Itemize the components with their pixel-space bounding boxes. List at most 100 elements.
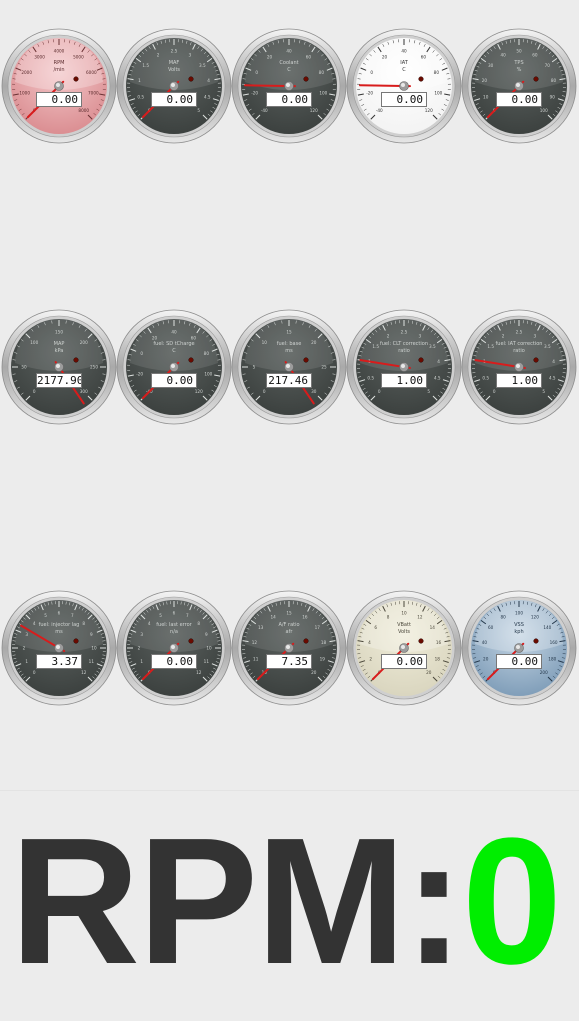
led-icon (189, 358, 194, 363)
tick-label: 2.5 (401, 330, 408, 335)
gauge-fuel-last-error[interactable]: 0123456789101112fuel: last errorn/a0.00 (116, 590, 232, 706)
tick-label: -20 (366, 90, 373, 95)
gauge-value: 0.00 (496, 654, 542, 669)
gauge-unit: C (172, 348, 176, 354)
gauge-title: VBatt (397, 622, 411, 628)
rpm-label: RPM: (10, 801, 462, 1002)
led-icon (419, 639, 424, 644)
tick-label: 1 (25, 659, 28, 664)
tick-label: 7 (71, 613, 74, 618)
gauge-value: 0.00 (381, 654, 427, 669)
tick-label: 25 (321, 365, 327, 370)
tick-label: 12 (196, 670, 202, 675)
tick-label: 14 (270, 614, 276, 619)
tick-label: 2.5 (516, 330, 523, 335)
gauge-title: A/F ratio (278, 622, 299, 628)
led-icon (74, 639, 79, 644)
gauge-value: 0.00 (36, 92, 82, 107)
gauge-title: VSS (514, 622, 524, 628)
gauge-title: fuel: base (277, 341, 302, 347)
tick-label: 1 (138, 78, 141, 83)
tick-label: -20 (251, 90, 258, 95)
gauge-dial: 00.511.522.533.544.55fuel: CLT correctio… (346, 309, 462, 425)
tick-label: 2 (387, 333, 390, 338)
gauge-maf[interactable]: 00.511.522.533.544.55MAFVolts0.00 (116, 28, 232, 144)
gauge-tps[interactable]: 0102030405060708090100TPS%0.00 (461, 28, 577, 144)
gauge-a-f-ratio[interactable]: 1011121314151617181920A/F ratioafr7.35 (231, 590, 347, 706)
tick-label: 3 (189, 52, 192, 57)
tick-label: 4 (368, 640, 371, 645)
tick-label: 4.5 (549, 375, 556, 380)
gauge-unit: % (517, 67, 522, 73)
tick-label: -40 (261, 108, 268, 113)
gauge-title: Coolant (279, 60, 298, 66)
tick-label: 2.5 (171, 49, 178, 54)
tick-label: 5 (253, 365, 256, 370)
tick-label: 10 (262, 340, 268, 345)
gauge-map[interactable]: 050100150200250300MAPkPa2177.90 (1, 309, 117, 425)
tick-label: 100 (540, 108, 548, 113)
gauge-coolant[interactable]: -40-20020406080100120CoolantC0.00 (231, 28, 347, 144)
led-icon (419, 77, 424, 82)
tick-label: 5 (44, 613, 47, 618)
tick-label: 4 (148, 621, 151, 626)
tick-label: 2000 (21, 70, 32, 75)
gauge-title: fuel: last error (156, 622, 192, 628)
gauge-value: 0.00 (266, 92, 312, 107)
gauge-fuel-iat-correction[interactable]: 00.511.522.533.544.55fuel: IAT correctio… (461, 309, 577, 425)
tick-label: 4 (552, 359, 555, 364)
led-icon (189, 77, 194, 82)
gauge-vbatt[interactable]: 02468101214161820VBattVolts0.00 (346, 590, 462, 706)
gauge-fuel-injector-lag[interactable]: 0123456789101112fuel: injector lagms3.37 (1, 590, 117, 706)
tick-label: 0 (33, 670, 36, 675)
tick-label: 20 (382, 54, 388, 59)
gauge-unit: kph (514, 629, 523, 635)
tick-label: 16 (302, 614, 308, 619)
tick-label: 40 (500, 52, 506, 57)
gauge-title: MAF (169, 60, 180, 66)
gauge-dial: 050100150200250300MAPkPa (1, 309, 117, 425)
tick-label: 80 (551, 78, 557, 83)
tick-label: 120 (425, 108, 433, 113)
tick-label: 9 (90, 632, 93, 637)
gauge-value: 0.00 (381, 92, 427, 107)
gauge-unit: Volts (168, 67, 180, 73)
tick-label: 7 (186, 613, 189, 618)
tick-label: 20 (483, 656, 489, 661)
rpm-readout: RPM:0 (10, 812, 560, 992)
gauge-dial: 051015202530fuel: basems (231, 309, 347, 425)
tick-label: 4 (33, 621, 36, 626)
tick-label: 10 (206, 646, 212, 651)
tick-label: 0.5 (482, 375, 489, 380)
tick-label: 9 (205, 632, 208, 637)
gauge-dial: 010002000300040005000600070008000RPM/min (1, 28, 117, 144)
gauge-title: RPM (54, 60, 65, 66)
tick-label: 20 (267, 54, 273, 59)
tick-label: 3 (534, 333, 537, 338)
gauge-dial: 02468101214161820VBattVolts (346, 590, 462, 706)
gauge-vss[interactable]: 020406080100120140160180200VSSkph0.00 (461, 590, 577, 706)
gauge-value: 7.35 (266, 654, 312, 669)
tick-label: 15 (286, 611, 292, 616)
tick-label: 120 (195, 389, 203, 394)
tick-label: 10 (91, 646, 97, 651)
tick-label: 20 (152, 335, 158, 340)
tick-label: 4.5 (204, 94, 211, 99)
tick-label: 0 (378, 389, 381, 394)
tick-label: 80 (319, 70, 325, 75)
led-icon (304, 639, 309, 644)
tick-label: 15 (286, 330, 292, 335)
tick-label: 5 (542, 389, 545, 394)
tick-label: 40 (482, 640, 488, 645)
gauge-fuel-sd-tcharge[interactable]: -40-20020406080100120fuel: SD tChargeC0.… (116, 309, 232, 425)
tick-label: 3 (25, 632, 28, 637)
tick-label: 60 (306, 54, 312, 59)
tick-label: 100 (30, 340, 38, 345)
gauge-iat[interactable]: -40-20020406080100120IATC0.00 (346, 28, 462, 144)
led-icon (534, 77, 539, 82)
tick-label: 120 (310, 108, 318, 113)
gauge-rpm[interactable]: 010002000300040005000600070008000RPM/min… (1, 28, 117, 144)
gauge-fuel-base[interactable]: 051015202530fuel: basems217.46 (231, 309, 347, 425)
tick-label: 6 (58, 611, 61, 616)
gauge-fuel-clt-correction[interactable]: 00.511.522.533.544.55fuel: CLT correctio… (346, 309, 462, 425)
